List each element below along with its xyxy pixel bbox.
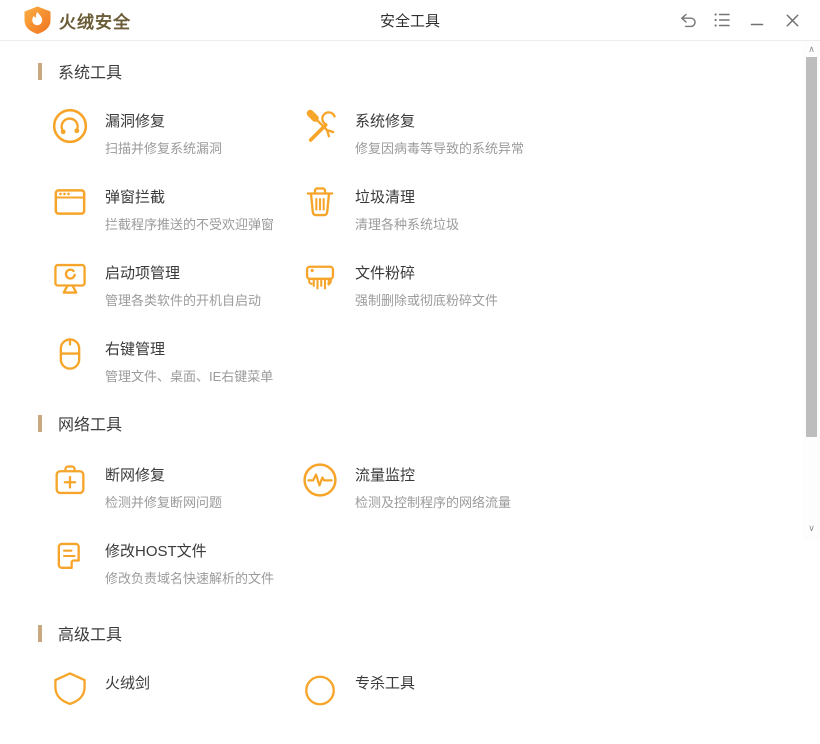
tool-popup-blocker[interactable]: 弹窗拦截拦截程序推送的不受欢迎弹窗: [50, 182, 300, 258]
tool-grid-0: 漏洞修复扫描并修复系统漏洞 系统修复修复因病毒等导致的系统异常弹窗拦截拦截程序推送…: [38, 106, 794, 410]
titlebar: 火绒安全 安全工具: [0, 0, 820, 41]
tool-desc: 修复因病毒等导致的系统异常: [355, 141, 525, 156]
back-button[interactable]: [675, 8, 699, 32]
tool-title: 火绒剑: [105, 675, 151, 692]
tool-title: 垃圾清理: [355, 189, 416, 206]
host-document-icon: [50, 536, 90, 576]
minimize-icon: [750, 23, 764, 26]
tool-grid-2: 火绒剑 专杀工具: [38, 668, 794, 744]
scrollbar[interactable]: ∧ ∨: [803, 41, 820, 540]
tool-context-menu-manager[interactable]: 右键管理管理文件、桌面、IE右键菜单: [50, 334, 300, 410]
window-controls: [675, 8, 820, 32]
menu-icon: [714, 13, 730, 27]
tool-vulnerability-fix[interactable]: 漏洞修复扫描并修复系统漏洞: [50, 106, 300, 182]
scroll-down-arrow[interactable]: ∨: [803, 522, 820, 536]
tool-huorong-sword[interactable]: 火绒剑: [50, 668, 300, 744]
section-header-系统工具: 系统工具: [38, 62, 820, 82]
section-header-网络工具: 网络工具: [38, 414, 820, 434]
tool-title: 断网修复: [105, 467, 166, 484]
brand: 火绒安全: [0, 6, 131, 35]
tool-text: 修改HOST文件修改负责域名快速解析的文件: [105, 536, 274, 587]
virus-circle-icon: [300, 668, 340, 708]
section-label: 高级工具: [58, 627, 123, 644]
tool-title: 漏洞修复: [105, 113, 166, 130]
close-button[interactable]: [780, 8, 804, 32]
tool-removal-tool[interactable]: 专杀工具: [300, 668, 550, 744]
tool-text: 专杀工具: [355, 668, 415, 693]
section-label: 系统工具: [58, 65, 123, 82]
tool-title: 文件粉碎: [355, 265, 416, 282]
trash-icon: [300, 182, 340, 222]
tool-edit-host-file[interactable]: 修改HOST文件修改负责域名快速解析的文件: [50, 536, 300, 612]
brand-name: 火绒安全: [59, 12, 131, 32]
tool-text: 弹窗拦截拦截程序推送的不受欢迎弹窗: [105, 182, 274, 233]
pulse-circle-icon: [300, 460, 340, 500]
tool-desc: 强制删除或彻底粉碎文件: [355, 293, 499, 308]
section-header-高级工具: 高级工具: [38, 624, 820, 644]
tool-text: 断网修复检测并修复断网问题: [105, 460, 222, 511]
security-tools-page: 系统工具漏洞修复扫描并修复系统漏洞 系统修复修复因病毒等导致的系统异常弹窗拦截拦截…: [0, 62, 820, 744]
tool-file-shredder[interactable]: 文件粉碎强制删除或彻底粉碎文件: [300, 258, 550, 334]
tool-desc: 检测并修复断网问题: [105, 495, 223, 510]
tool-startup-manager[interactable]: 启动项管理管理各类软件的开机自启动: [50, 258, 300, 334]
section-accent-bar: [38, 414, 42, 432]
tool-text: 垃圾清理清理各种系统垃圾: [355, 182, 459, 233]
tool-desc: 管理文件、桌面、IE右键菜单: [105, 369, 274, 384]
tool-text: 流量监控检测及控制程序的网络流量: [355, 460, 511, 511]
close-icon: [786, 14, 798, 26]
monitor-startup-icon: [50, 258, 90, 298]
tool-title: 修改HOST文件: [105, 543, 207, 560]
tool-desc: 扫描并修复系统漏洞: [105, 141, 223, 156]
tool-desc: 拦截程序推送的不受欢迎弹窗: [105, 217, 275, 232]
tool-text: 文件粉碎强制删除或彻底粉碎文件: [355, 258, 498, 309]
tool-title: 专杀工具: [355, 675, 416, 692]
tool-title: 流量监控: [355, 467, 416, 484]
tool-title: 弹窗拦截: [105, 189, 166, 206]
tool-system-repair[interactable]: 系统修复修复因病毒等导致的系统异常: [300, 106, 550, 182]
section-accent-bar: [38, 624, 42, 642]
tool-text: 漏洞修复扫描并修复系统漏洞: [105, 106, 222, 157]
tool-text: 右键管理管理文件、桌面、IE右键菜单: [105, 334, 273, 385]
tool-desc: 管理各类软件的开机自启动: [105, 293, 262, 308]
tool-desc: 检测及控制程序的网络流量: [355, 495, 512, 510]
shredder-icon: [300, 258, 340, 298]
tool-title: 右键管理: [105, 341, 166, 358]
medkit-icon: [50, 460, 90, 500]
repair-tools-icon: [300, 106, 340, 146]
tool-traffic-monitor[interactable]: 流量监控检测及控制程序的网络流量: [300, 460, 550, 536]
tool-text: 火绒剑: [105, 668, 150, 693]
section-label: 网络工具: [58, 417, 123, 434]
mouse-icon: [50, 334, 90, 374]
section-accent-bar: [38, 62, 42, 80]
scrollbar-thumb[interactable]: [806, 57, 817, 437]
huorong-logo-icon: [24, 6, 51, 34]
shield-icon: [50, 668, 90, 708]
scroll-up-arrow[interactable]: ∧: [803, 43, 820, 57]
tool-text: 系统修复修复因病毒等导致的系统异常: [355, 106, 524, 157]
minimize-button[interactable]: [745, 8, 769, 32]
tool-title: 启动项管理: [105, 265, 181, 282]
tool-text: 启动项管理管理各类软件的开机自启动: [105, 258, 261, 309]
tool-desc: 清理各种系统垃圾: [355, 217, 460, 232]
popup-window-icon: [50, 182, 90, 222]
tool-grid-1: 断网修复检测并修复断网问题 流量监控检测及控制程序的网络流量修改HOST文件修改负…: [38, 460, 794, 612]
tool-title: 系统修复: [355, 113, 416, 130]
menu-button[interactable]: [710, 8, 734, 32]
back-icon: [680, 13, 696, 27]
tool-desc: 修改负责域名快速解析的文件: [105, 571, 275, 586]
vulnerability-scan-icon: [50, 106, 90, 146]
tool-junk-clean[interactable]: 垃圾清理清理各种系统垃圾: [300, 182, 550, 258]
tool-network-repair[interactable]: 断网修复检测并修复断网问题: [50, 460, 300, 536]
